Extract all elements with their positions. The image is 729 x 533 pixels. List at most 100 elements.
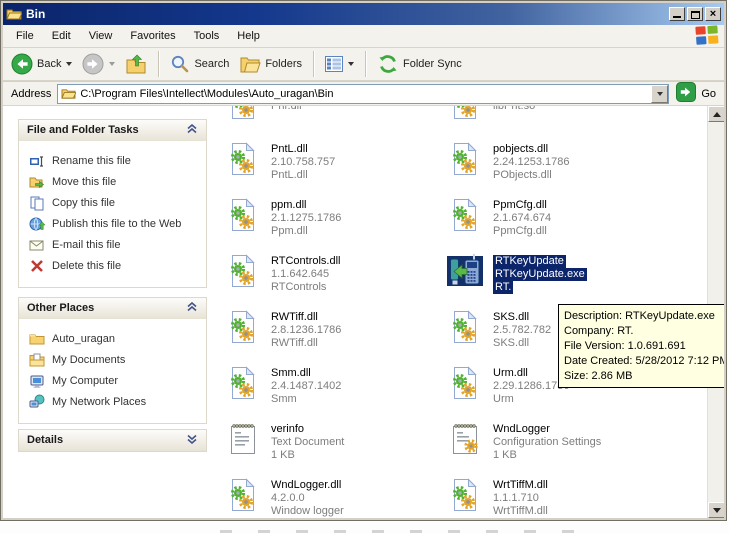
menu-item-view[interactable]: View [80, 27, 122, 45]
close-button[interactable]: × [705, 7, 721, 21]
up-button[interactable] [121, 51, 151, 77]
menu-item-edit[interactable]: Edit [43, 27, 80, 45]
other-places-panel: Other Places Auto_uragan My Documents My C… [18, 297, 207, 424]
task-link[interactable]: Move this file [29, 171, 202, 192]
file-version: 2.10.758.757 [271, 156, 335, 169]
back-label: Back [37, 58, 61, 70]
toolbar-separator [158, 51, 159, 77]
place-link[interactable]: My Network Places [29, 391, 202, 412]
file-item[interactable]: ppm.dll2.1.1275.1786Ppm.dll [224, 198, 442, 238]
file-name: verinfo [271, 423, 304, 436]
file-name: WrtTiffM.dll [493, 479, 548, 492]
file-description: RTControls [271, 281, 326, 294]
file-description: 1 KB [271, 449, 295, 462]
file-info-tooltip: Description: RTKeyUpdate.exe Company: RT… [558, 304, 724, 388]
views-button[interactable] [321, 54, 358, 74]
file-item[interactable]: Pnr.dll [224, 106, 442, 120]
file-description: libPnt.so [493, 106, 535, 113]
scroll-down-button[interactable] [708, 502, 724, 518]
file-version: 2.8.1236.1786 [271, 324, 341, 337]
folder-sync-label: Folder Sync [403, 58, 462, 70]
file-item[interactable]: RTKeyUpdateRTKeyUpdate.exeRT. [446, 254, 664, 294]
menu-item-file[interactable]: File [7, 27, 43, 45]
folder-icon [61, 87, 76, 100]
dll-icon [446, 106, 484, 120]
place-link-label: My Documents [52, 354, 125, 366]
file-item[interactable]: WndLoggerConfiguration Settings1 KB [446, 422, 664, 462]
file-item[interactable]: RTControls.dll1.1.642.645RTControls [224, 254, 442, 294]
publish-icon [29, 216, 45, 232]
views-icon [325, 56, 343, 72]
title-bar[interactable]: Bin × [3, 3, 724, 25]
file-version: 1.1.1.710 [493, 492, 539, 505]
file-name: SKS.dll [493, 311, 529, 324]
back-button[interactable]: Back [7, 51, 76, 77]
file-version: Configuration Settings [493, 436, 601, 449]
minimize-button[interactable] [669, 7, 685, 21]
address-label: Address [7, 88, 57, 100]
place-link[interactable]: My Computer [29, 370, 202, 391]
task-link[interactable]: Delete this file [29, 255, 202, 276]
file-item[interactable]: PntL.dll2.10.758.757PntL.dll [224, 142, 442, 182]
file-item[interactable]: WrtTiffM.dll1.1.1.710WrtTiffM.dll [446, 478, 664, 518]
task-link[interactable]: Publish this file to the Web [29, 213, 202, 234]
background-strip [0, 522, 729, 533]
folders-icon [239, 54, 261, 74]
file-item[interactable]: Smm.dll2.4.1487.1402Smm [224, 366, 442, 406]
place-link[interactable]: Auto_uragan [29, 328, 202, 349]
go-label: Go [701, 88, 716, 100]
tooltip-file-version: File Version: 1.0.691.691 [564, 339, 720, 354]
tasks-panel-title: File and Folder Tasks [27, 124, 139, 136]
search-button[interactable]: Search [166, 52, 233, 76]
folder-sync-button[interactable]: Folder Sync [373, 51, 466, 77]
file-version: 2.1.1275.1786 [271, 212, 341, 225]
forward-dropdown-icon[interactable] [109, 62, 115, 66]
menu-item-favorites[interactable]: Favorites [121, 27, 184, 45]
task-link[interactable]: Rename this file [29, 150, 202, 171]
file-item[interactable]: libPnt.so [446, 106, 664, 120]
rename-icon [29, 153, 45, 169]
other-places-header[interactable]: Other Places [19, 298, 206, 319]
copy-icon [29, 195, 45, 211]
triangle-up-icon [713, 112, 721, 117]
folders-button[interactable]: Folders [235, 52, 306, 76]
go-icon [676, 82, 696, 105]
back-dropdown-icon[interactable] [66, 62, 72, 66]
file-description: PpmCfg.dll [493, 225, 547, 238]
folders-label: Folders [265, 58, 302, 70]
forward-button[interactable] [78, 51, 119, 77]
views-dropdown-icon[interactable] [348, 62, 354, 66]
toolbar-separator [365, 51, 366, 77]
file-item[interactable]: PpmCfg.dll2.1.674.674PpmCfg.dll [446, 198, 664, 238]
place-link[interactable]: My Documents [29, 349, 202, 370]
menu-item-help[interactable]: Help [228, 27, 269, 45]
tooltip-company: Company: RT. [564, 324, 720, 339]
details-header[interactable]: Details [19, 430, 206, 451]
file-name: RWTiff.dll [271, 311, 318, 324]
scroll-up-button[interactable] [708, 106, 724, 122]
dll-icon [446, 310, 484, 344]
chevron-up-icon [186, 302, 198, 315]
address-input[interactable]: C:\Program Files\Intellect\Modules\Auto_… [57, 84, 669, 104]
task-link[interactable]: E-mail this file [29, 234, 202, 255]
file-item[interactable]: RWTiff.dll2.8.1236.1786RWTiff.dll [224, 310, 442, 350]
device-icon [446, 254, 484, 288]
address-dropdown-button[interactable] [651, 85, 668, 103]
task-link[interactable]: Copy this file [29, 192, 202, 213]
tooltip-description: Description: RTKeyUpdate.exe [564, 309, 720, 324]
toolbar-separator [313, 51, 314, 77]
file-item[interactable]: verinfoText Document1 KB [224, 422, 442, 462]
file-description: Pnr.dll [271, 106, 302, 113]
file-item[interactable]: WndLogger.dll4.2.0.0Window logger [224, 478, 442, 518]
dll-icon [224, 106, 262, 120]
file-item[interactable]: pobjects.dll2.24.1253.1786PObjects.dll [446, 142, 664, 182]
menu-item-tools[interactable]: Tools [185, 27, 229, 45]
maximize-button[interactable] [687, 7, 703, 21]
tasks-panel-header[interactable]: File and Folder Tasks [19, 120, 206, 141]
folder-icon [6, 7, 22, 21]
windows-logo-icon [695, 25, 720, 47]
dll-icon [446, 478, 484, 512]
go-button[interactable]: Go [676, 82, 720, 105]
text-icon [224, 422, 262, 456]
dll-icon [224, 478, 262, 512]
